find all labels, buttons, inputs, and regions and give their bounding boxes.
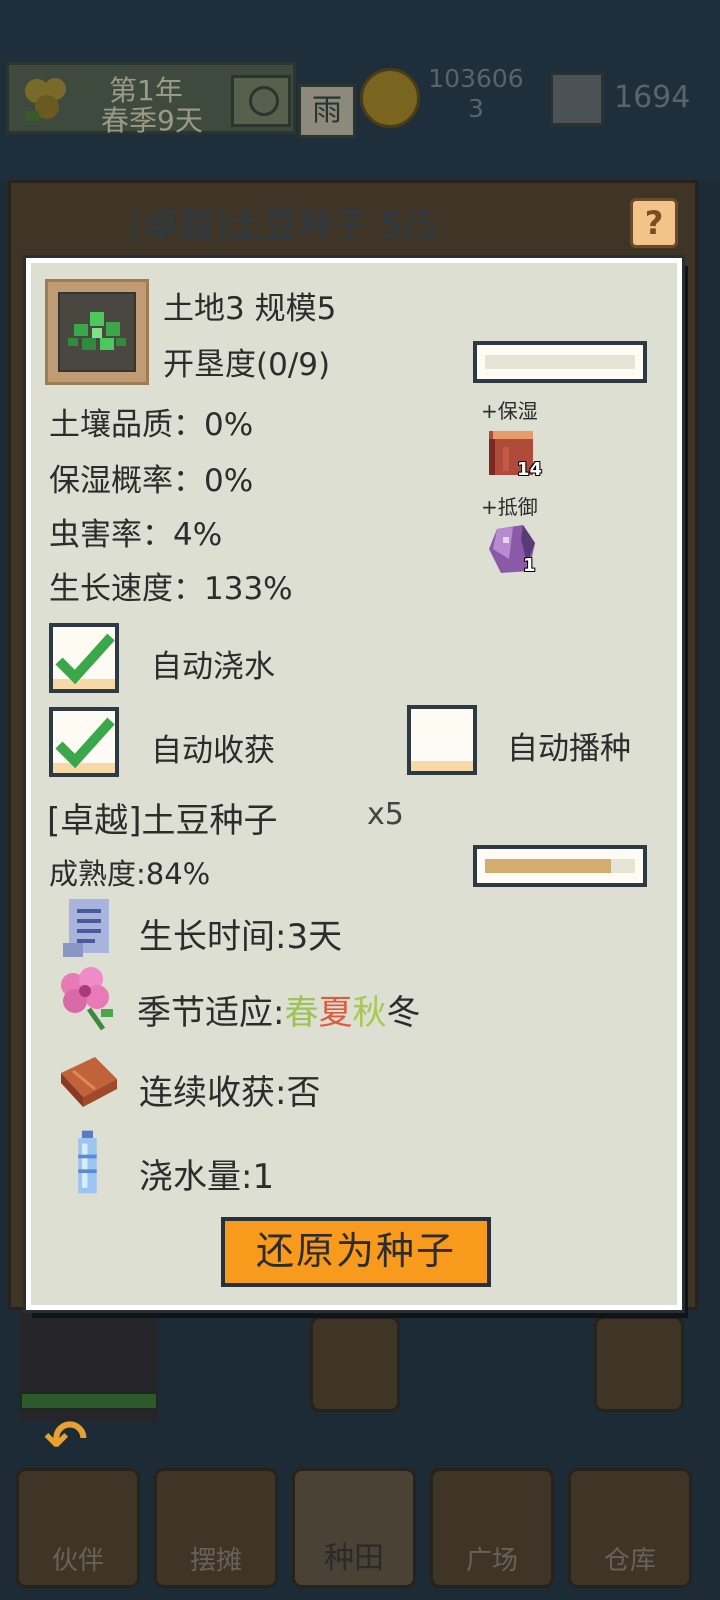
nav-partner[interactable]: 伙伴 [16, 1468, 140, 1588]
potato-plant-icon [68, 312, 126, 350]
season-day-label: 春季9天 [101, 104, 203, 137]
moisture-bonus-label: +保湿 [481, 399, 538, 423]
date-panel[interactable]: 第1年 春季9天 [6, 62, 296, 137]
moisture-rate-stat: 保湿概率：0% [49, 463, 254, 499]
growth-time: 生长时间:3天 [139, 917, 343, 957]
next-arrow-button[interactable] [594, 1316, 684, 1412]
help-button[interactable]: ? [630, 198, 678, 248]
season-flower-icon [25, 78, 66, 121]
scroll-document-icon [63, 899, 109, 957]
progress-track [485, 859, 635, 873]
plot-title: 土地3 规模5 [163, 291, 337, 327]
auto-water-checkbox[interactable] [49, 623, 119, 693]
moisture-item-count: 14 [517, 459, 543, 480]
crop-qty: x5 [367, 797, 404, 832]
calendar-button[interactable] [231, 75, 291, 127]
coin-icon [360, 68, 420, 128]
brick-icon [61, 1057, 117, 1107]
nav-farm[interactable]: 种田 [292, 1468, 416, 1588]
season-summer: 夏 [318, 993, 353, 1033]
nav-label: 伙伴 [51, 1546, 104, 1576]
soil-quality-stat: 土壤品质：0% [49, 407, 254, 443]
reclaim-label: 开垦度(0/9) [163, 347, 331, 383]
prev-arrow-button[interactable] [310, 1316, 400, 1412]
plot-soil [58, 292, 136, 372]
season-adaptation: 季节适应:春夏秋冬 [137, 985, 420, 1034]
crop-name: [卓越]土豆种子 [47, 801, 278, 841]
water-amount: 浇水量:1 [139, 1157, 275, 1197]
defense-item-count: 1 [523, 555, 536, 576]
progress-track [485, 355, 635, 369]
plot-detail-panel: 土地3 规模5 开垦度(0/9) 土壤品质：0% 保湿概率：0% 虫害率：4% … [26, 258, 682, 1310]
coin-count: 103606 3 [426, 64, 526, 124]
water-bottle-icon [78, 1130, 97, 1194]
nav-warehouse[interactable]: 仓库 [568, 1468, 692, 1588]
nav-stall[interactable]: 摆摊 [154, 1468, 278, 1588]
coin-count-line1: 103606 [428, 64, 524, 93]
maturity-progress-bar [473, 845, 647, 887]
auto-harvest-checkbox[interactable] [49, 707, 119, 777]
nav-label: 种田 [324, 1541, 384, 1576]
pest-rate-stat: 虫害率：4% [49, 517, 223, 553]
flower-icon [61, 967, 113, 1031]
companion-health-bar [20, 1392, 158, 1410]
field-header-title: [卓越]土豆种子 5/5 [130, 206, 439, 246]
nav-plaza[interactable]: 广场 [430, 1468, 554, 1588]
restore-to-seed-button[interactable]: 还原为种子 [221, 1217, 491, 1287]
nav-label: 仓库 [603, 1546, 656, 1576]
continuous-harvest: 连续收获:否 [139, 1073, 321, 1113]
ring-icon [249, 86, 279, 116]
top-status-bar: 第1年 春季9天 雨 103606 3 1694 [0, 56, 720, 146]
growth-speed-stat: 生长速度：133% [49, 571, 293, 607]
auto-sow-checkbox[interactable] [407, 705, 477, 775]
auto-sow-label[interactable]: 自动播种 [507, 723, 631, 768]
coin-count-line2: 3 [468, 94, 484, 123]
bottom-nav: 伙伴 摆摊 种田 广场 仓库 [0, 1420, 720, 1600]
season-autumn: 秋 [352, 993, 387, 1033]
auto-harvest-label[interactable]: 自动收获 [151, 725, 275, 770]
season-winter: 冬 [386, 993, 421, 1033]
weather-badge[interactable]: 雨 [298, 84, 356, 138]
nav-label: 广场 [465, 1546, 518, 1576]
auto-water-label[interactable]: 自动浇水 [151, 641, 275, 686]
checkmark-icon [55, 633, 115, 685]
gem-count: 1694 [614, 80, 691, 115]
gem-icon [550, 72, 604, 126]
season-spring: 春 [284, 993, 319, 1033]
nav-label: 摆摊 [189, 1546, 242, 1576]
checkmark-icon [55, 717, 115, 769]
defense-bonus-label: +抵御 [481, 495, 538, 519]
season-prefix: 季节适应: [137, 993, 285, 1033]
progress-fill [485, 859, 611, 873]
reclaim-progress-bar [473, 341, 647, 383]
plot-thumbnail [45, 279, 149, 385]
maturity-label: 成熟度:84% [49, 857, 211, 891]
